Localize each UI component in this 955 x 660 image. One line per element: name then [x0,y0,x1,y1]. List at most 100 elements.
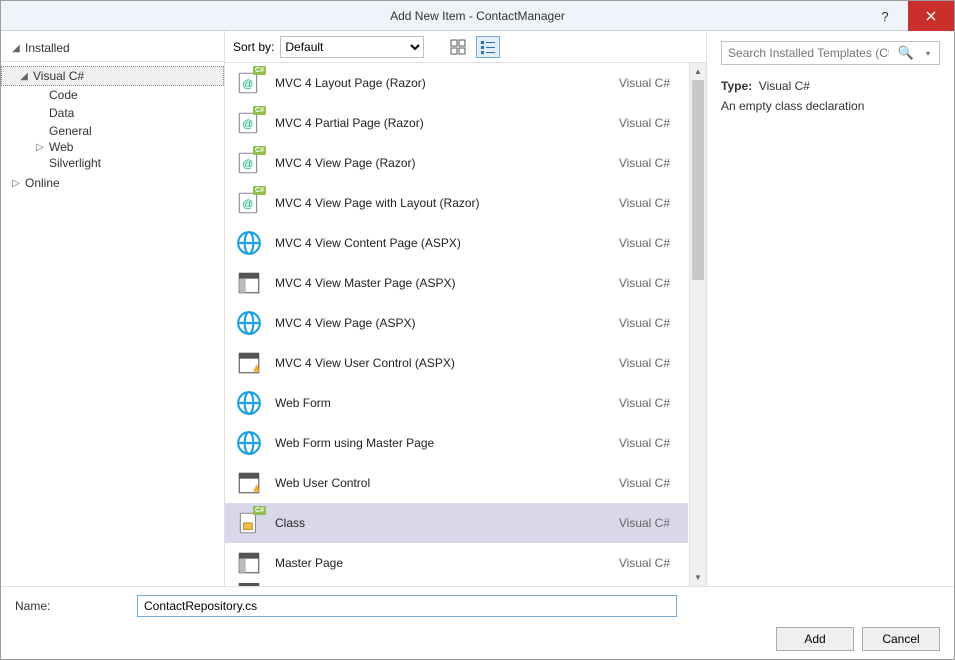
svg-text:@: @ [242,158,253,170]
template-language: Visual C# [619,516,674,530]
tree-node-web[interactable]: ▷ Web [1,140,224,154]
tree-node-code[interactable]: Code [1,86,224,104]
template-name: MVC 4 View User Control (ASPX) [275,356,619,370]
scroll-thumb[interactable] [692,80,704,280]
template-row[interactable]: MVC 4 View User Control (ASPX)Visual C# [225,343,688,383]
template-name: MVC 4 View Page with Layout (Razor) [275,196,619,210]
template-name: MVC 4 View Page (Razor) [275,156,619,170]
razor-icon: @C# [235,149,263,177]
template-name: Web User Control [275,476,619,490]
search-icon[interactable]: 🔍 [895,45,917,61]
usercontrol-icon [235,349,263,377]
template-language: Visual C# [619,356,674,370]
template-row[interactable]: Web FormVisual C# [225,383,688,423]
template-language: Visual C# [619,556,674,570]
template-language: Visual C# [619,156,674,170]
template-language: Visual C# [619,276,674,290]
add-button[interactable]: Add [776,627,854,651]
scroll-up-icon[interactable]: ▲ [690,63,706,80]
globe-icon [235,229,263,257]
template-row[interactable]: @C# MVC 4 Partial Page (Razor)Visual C# [225,103,688,143]
search-dropdown-icon[interactable]: ▾ [917,49,939,58]
template-name: MVC 4 Partial Page (Razor) [275,116,619,130]
search-box[interactable]: 🔍 ▾ [721,41,940,65]
globe-icon [235,309,263,337]
template-name: Web Form [275,396,619,410]
template-row[interactable]: C# ClassVisual C# [225,503,688,543]
template-row[interactable]: @C# MVC 4 View Page (Razor)Visual C# [225,143,688,183]
template-row[interactable]: @C# MVC 4 View Page with Layout (Razor)Vi… [225,183,688,223]
template-row[interactable]: MVC 4 View Master Page (ASPX)Visual C# [225,263,688,303]
razor-icon: @C# [235,189,263,217]
name-input[interactable] [137,595,677,617]
scroll-track[interactable] [690,80,706,569]
caret-right-icon: ▷ [35,142,45,153]
caret-right-icon: ▷ [11,178,21,189]
template-row-partial[interactable]: N… d M… P…Vi…l C# [225,583,688,586]
help-button[interactable]: ? [862,1,908,31]
scroll-down-icon[interactable]: ▼ [690,569,706,586]
template-language: Visual C# [619,76,674,90]
template-name: Master Page [275,556,619,570]
template-row[interactable]: Web User ControlVisual C# [225,463,688,503]
globe-icon [235,389,263,417]
template-name: Web Form using Master Page [275,436,619,450]
tree-node-data[interactable]: Data [1,104,224,122]
cancel-button[interactable]: Cancel [862,627,940,651]
type-description: An empty class declaration [721,99,940,113]
type-label: Type: [721,79,752,93]
template-language: Visual C# [619,196,674,210]
tree-section-online[interactable]: ▷ Online [1,172,224,192]
template-name: MVC 4 View Master Page (ASPX) [275,276,619,290]
razor-icon: @C# [235,69,263,97]
scrollbar[interactable]: ▲ ▼ [689,63,706,586]
view-medium-icons-button[interactable] [446,36,470,58]
template-row[interactable]: MVC 4 View Page (ASPX)Visual C# [225,303,688,343]
title-bar: Add New Item - ContactManager ? [1,1,954,31]
svg-text:@: @ [242,198,253,210]
template-name: MVC 4 View Page (ASPX) [275,316,619,330]
close-icon [926,11,936,21]
template-language: Visual C# [619,396,674,410]
svg-text:@: @ [242,78,253,90]
sort-by-select[interactable]: Default [280,36,424,58]
add-new-item-dialog: Add New Item - ContactManager ? ◢ Instal… [0,0,955,660]
close-button[interactable] [908,1,954,31]
name-label: Name: [15,599,127,613]
tree-node-silverlight[interactable]: Silverlight [1,154,224,172]
globe-icon [235,429,263,457]
razor-icon: @C# [235,109,263,137]
template-row[interactable]: Master PageVisual C# [225,543,688,583]
template-language: Visual C# [619,236,674,250]
window-title: Add New Item - ContactManager [390,9,565,23]
template-row[interactable]: Web Form using Master PageVisual C# [225,423,688,463]
usercontrol-icon [235,469,263,497]
tree-section-installed[interactable]: ◢ Installed [1,39,224,62]
master-icon [235,583,263,586]
view-small-icons-button[interactable] [476,36,500,58]
svg-text:@: @ [242,118,253,130]
template-list: @C#MVC 4 Layout Page (Razor)Visual C#@C#… [225,63,706,586]
search-input[interactable] [722,46,895,60]
template-name: MVC 4 Layout Page (Razor) [275,76,619,90]
category-tree: ◢ Installed ◢ Visual C# Code Data Genera… [1,31,225,586]
type-value: Visual C# [759,79,810,93]
class-icon: C# [235,509,263,537]
template-language: Visual C# [619,116,674,130]
caret-down-icon: ◢ [11,43,21,54]
list-icon [480,39,496,55]
bottom-bar: Name: Add Cancel [1,586,954,659]
template-language: Visual C# [619,476,674,490]
sort-by-label: Sort by: [233,40,274,54]
toolbar: Sort by: Default [225,31,706,63]
tree-node-general[interactable]: General [1,122,224,140]
grid-icon [450,39,466,55]
tree-node-visual-csharp[interactable]: ◢ Visual C# [1,66,224,86]
template-language: Visual C# [619,316,674,330]
master-icon [235,549,263,577]
template-name: Class [275,516,619,530]
tree-section-label: Installed [25,41,70,55]
template-row[interactable]: @C# MVC 4 Layout Page (Razor)Visual C# [225,63,688,103]
template-row[interactable]: MVC 4 View Content Page (ASPX)Visual C# [225,223,688,263]
template-language: Visual C# [619,436,674,450]
